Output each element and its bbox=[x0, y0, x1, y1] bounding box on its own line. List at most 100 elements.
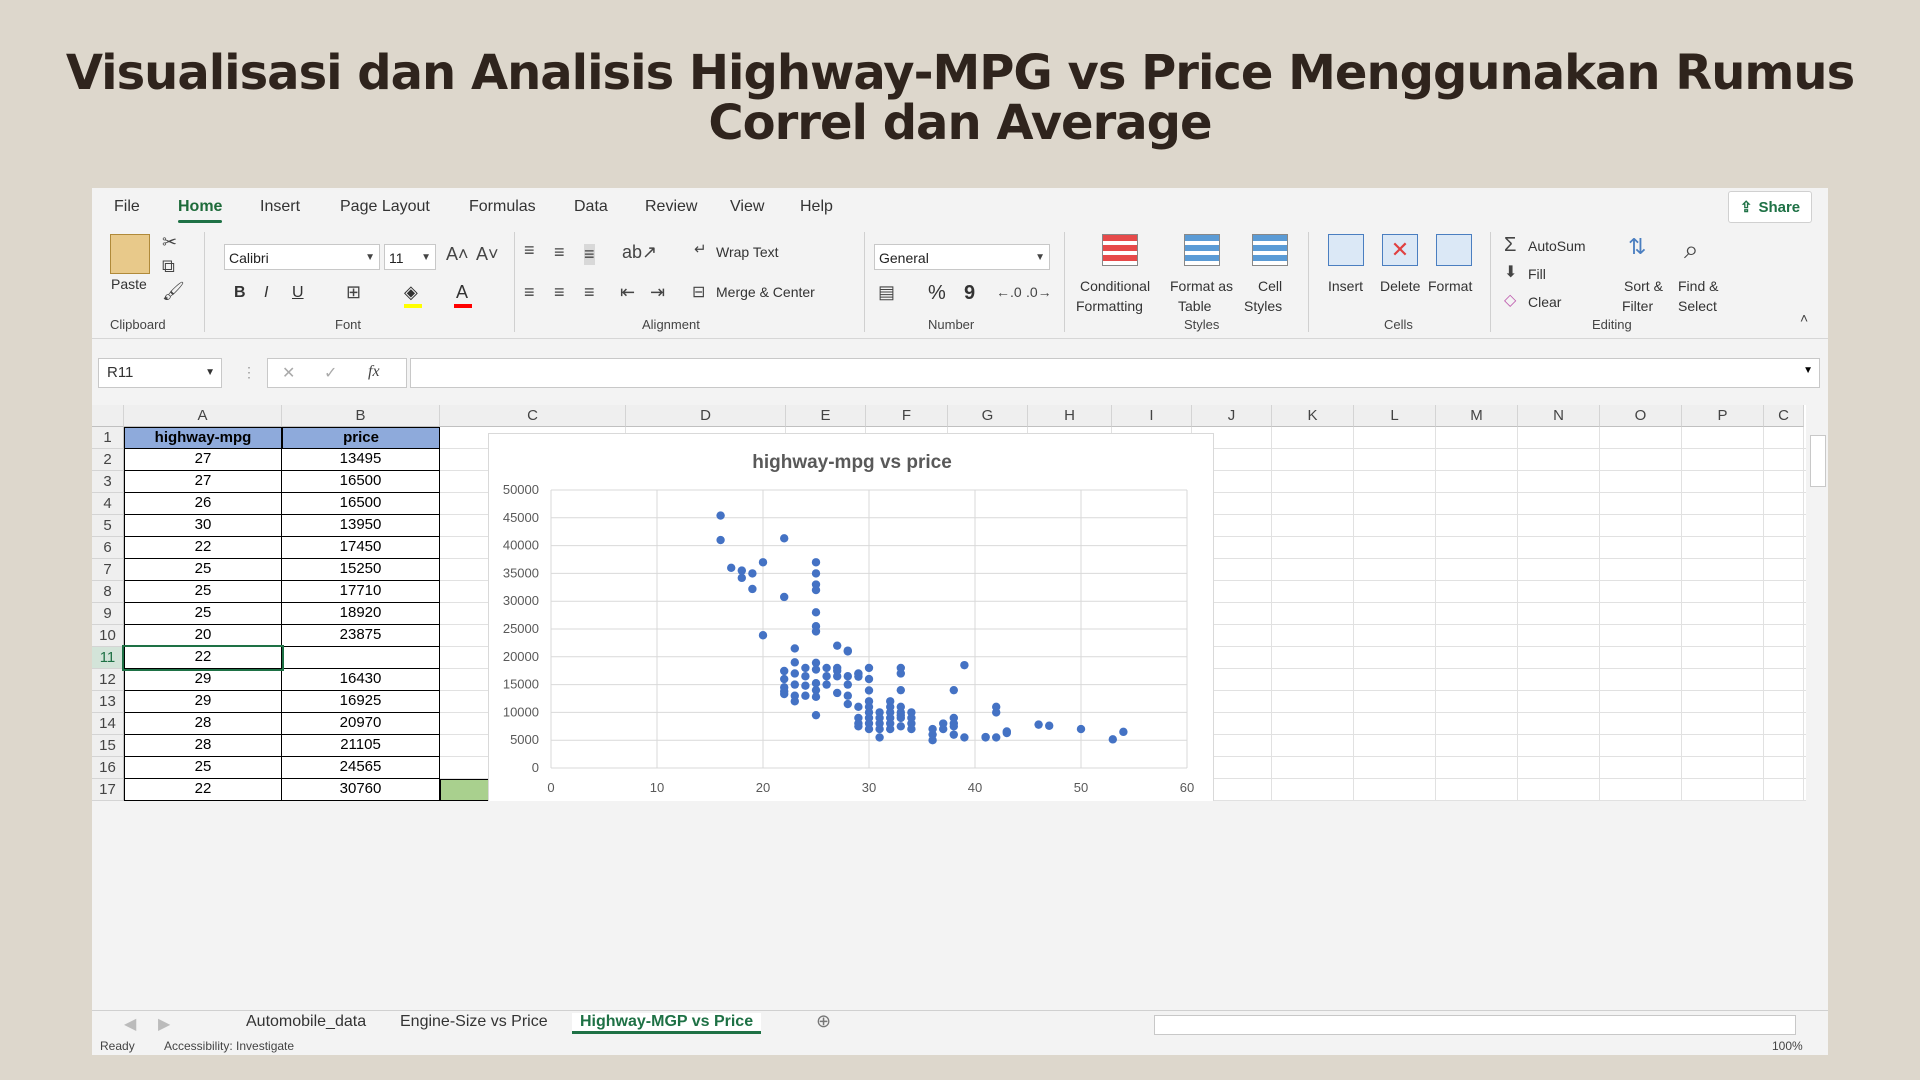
align-bottom-icon[interactable]: ≡ bbox=[584, 244, 595, 265]
tab-insert[interactable]: Insert bbox=[260, 198, 300, 216]
cell-price[interactable]: 20970 bbox=[282, 713, 440, 735]
wrap-text-button[interactable]: Wrap Text bbox=[716, 244, 779, 260]
cell-price[interactable]: 16925 bbox=[282, 691, 440, 713]
cell-highway-mpg[interactable]: 20 bbox=[124, 625, 282, 647]
column-header-f[interactable]: F bbox=[866, 405, 948, 427]
tab-home[interactable]: Home bbox=[178, 198, 223, 223]
row-header[interactable]: 5 bbox=[92, 515, 124, 537]
cell-highway-mpg[interactable]: 30 bbox=[124, 515, 282, 537]
column-header-n[interactable]: N bbox=[1518, 405, 1600, 427]
format-as-table-label-2[interactable]: Table bbox=[1178, 298, 1211, 314]
row-header[interactable]: 15 bbox=[92, 735, 124, 757]
cell-highway-mpg[interactable]: 25 bbox=[124, 559, 282, 581]
accounting-icon[interactable]: ▤ bbox=[878, 282, 895, 303]
column-header-c[interactable]: C bbox=[440, 405, 626, 427]
cell-highway-mpg[interactable]: 29 bbox=[124, 669, 282, 691]
row-header[interactable]: 12 bbox=[92, 669, 124, 691]
decrease-decimal-icon[interactable]: .0→ bbox=[1026, 284, 1052, 300]
cell-price[interactable]: 30760 bbox=[282, 779, 440, 801]
cell-highway-mpg[interactable]: 25 bbox=[124, 757, 282, 779]
align-right-icon[interactable]: ≡ bbox=[584, 282, 595, 303]
column-header-m[interactable]: M bbox=[1436, 405, 1518, 427]
name-box[interactable]: R11 ▼ bbox=[98, 358, 222, 388]
tab-review[interactable]: Review bbox=[645, 198, 697, 216]
conditional-formatting-label-1[interactable]: Conditional bbox=[1080, 278, 1150, 294]
column-header-l[interactable]: L bbox=[1354, 405, 1436, 427]
insert-cells-icon[interactable] bbox=[1328, 234, 1364, 266]
cell-highway-mpg[interactable]: 28 bbox=[124, 735, 282, 757]
worksheet-grid[interactable]: A B C D E F G H I J K L M N O P C 1 highway-mpg price 2 27 134… bbox=[92, 405, 1806, 801]
column-header-d[interactable]: D bbox=[626, 405, 786, 427]
tab-page-layout[interactable]: Page Layout bbox=[340, 198, 430, 216]
find-select-icon[interactable]: ⌕ bbox=[1684, 234, 1699, 266]
sheet-tab-highway-mgp[interactable]: Highway-MGP vs Price bbox=[572, 1013, 762, 1034]
sort-filter-label-2[interactable]: Filter bbox=[1622, 298, 1653, 314]
insert-cells-button[interactable]: Insert bbox=[1328, 278, 1363, 294]
cell-highway-mpg[interactable]: 22 bbox=[122, 645, 284, 671]
paste-button[interactable]: Paste bbox=[111, 276, 147, 292]
align-top-icon[interactable]: ≡ bbox=[524, 240, 535, 261]
cell-price[interactable]: 17710 bbox=[282, 581, 440, 603]
cell-styles-label-1[interactable]: Cell bbox=[1258, 278, 1282, 294]
column-header-h[interactable]: H bbox=[1028, 405, 1112, 427]
collapse-ribbon-icon[interactable]: ˄ bbox=[1800, 310, 1808, 326]
header-highway-mpg[interactable]: highway-mpg bbox=[124, 427, 282, 449]
accessibility-status[interactable]: Accessibility: Investigate bbox=[164, 1039, 294, 1053]
merge-center-icon[interactable]: ⊟ bbox=[692, 282, 705, 302]
cell-price[interactable]: 23875 bbox=[282, 625, 440, 647]
column-header-g[interactable]: G bbox=[948, 405, 1028, 427]
find-select-label-2[interactable]: Select bbox=[1678, 298, 1717, 314]
autosum-icon[interactable]: Σ bbox=[1504, 234, 1516, 257]
increase-font-icon[interactable]: A˄ bbox=[446, 244, 469, 265]
format-as-table-label-1[interactable]: Format as bbox=[1170, 278, 1233, 294]
chart-container[interactable]: highway-mpg vs price 0 5000 10000 15000 20000… bbox=[488, 433, 1214, 801]
column-header-o[interactable]: O bbox=[1600, 405, 1682, 427]
row-header[interactable]: 14 bbox=[92, 713, 124, 735]
column-header-j[interactable]: J bbox=[1192, 405, 1272, 427]
select-all-corner[interactable] bbox=[92, 405, 124, 427]
underline-button[interactable]: U bbox=[292, 284, 304, 302]
vertical-scrollbar[interactable] bbox=[1806, 405, 1828, 1005]
tab-formulas[interactable]: Formulas bbox=[469, 198, 536, 216]
format-cells-icon[interactable] bbox=[1436, 234, 1472, 266]
row-header[interactable]: 10 bbox=[92, 625, 124, 647]
share-button[interactable]: ⇪ Share bbox=[1728, 191, 1812, 223]
insert-function-icon[interactable]: fx bbox=[368, 363, 380, 381]
increase-indent-icon[interactable]: ⇥ bbox=[650, 282, 665, 303]
enter-icon[interactable]: ✓ bbox=[324, 363, 337, 383]
column-header-p[interactable]: P bbox=[1682, 405, 1764, 427]
cell-highway-mpg[interactable]: 29 bbox=[124, 691, 282, 713]
column-header-e[interactable]: E bbox=[786, 405, 866, 427]
cell-price[interactable]: 17450 bbox=[282, 537, 440, 559]
row-header[interactable]: 11 bbox=[92, 647, 124, 669]
row-header[interactable]: 17 bbox=[92, 779, 124, 801]
cell-highway-mpg[interactable]: 25 bbox=[124, 603, 282, 625]
cell-price[interactable]: 18920 bbox=[282, 603, 440, 625]
conditional-formatting-label-2[interactable]: Formatting bbox=[1076, 298, 1143, 314]
tab-view[interactable]: View bbox=[730, 198, 764, 216]
sheet-tab-automobile-data[interactable]: Automobile_data bbox=[238, 1013, 374, 1031]
cell-styles-icon[interactable] bbox=[1252, 234, 1288, 266]
row-header[interactable]: 1 bbox=[92, 427, 124, 449]
align-middle-icon[interactable]: ≡ bbox=[554, 242, 565, 263]
cell-price[interactable]: 16500 bbox=[282, 493, 440, 515]
sheet-tab-engine-size[interactable]: Engine-Size vs Price bbox=[392, 1013, 556, 1031]
prev-sheet-icon[interactable]: ◀ bbox=[124, 1014, 136, 1034]
font-size-select[interactable]: 11 ▼ bbox=[384, 244, 436, 270]
cell-price[interactable]: 13495 bbox=[282, 449, 440, 471]
column-header-c[interactable]: C bbox=[1764, 405, 1804, 427]
cell-price[interactable]: 24565 bbox=[282, 757, 440, 779]
cell-highway-mpg[interactable]: 27 bbox=[124, 449, 282, 471]
column-header-a[interactable]: A bbox=[124, 405, 282, 427]
cell-price[interactable]: 16430 bbox=[282, 669, 440, 691]
header-price[interactable]: price bbox=[282, 427, 440, 449]
comma-button[interactable]: 9 bbox=[964, 282, 975, 305]
column-header-i[interactable]: I bbox=[1112, 405, 1192, 427]
fill-color-icon[interactable]: ◈ bbox=[404, 282, 418, 303]
cell-highway-mpg[interactable]: 26 bbox=[124, 493, 282, 515]
cell-highway-mpg[interactable]: 22 bbox=[124, 537, 282, 559]
cell-price[interactable] bbox=[282, 647, 440, 669]
orientation-icon[interactable]: ab↗ bbox=[622, 242, 657, 263]
autosum-button[interactable]: AutoSum bbox=[1528, 238, 1586, 254]
find-select-label-1[interactable]: Find & bbox=[1678, 278, 1718, 294]
